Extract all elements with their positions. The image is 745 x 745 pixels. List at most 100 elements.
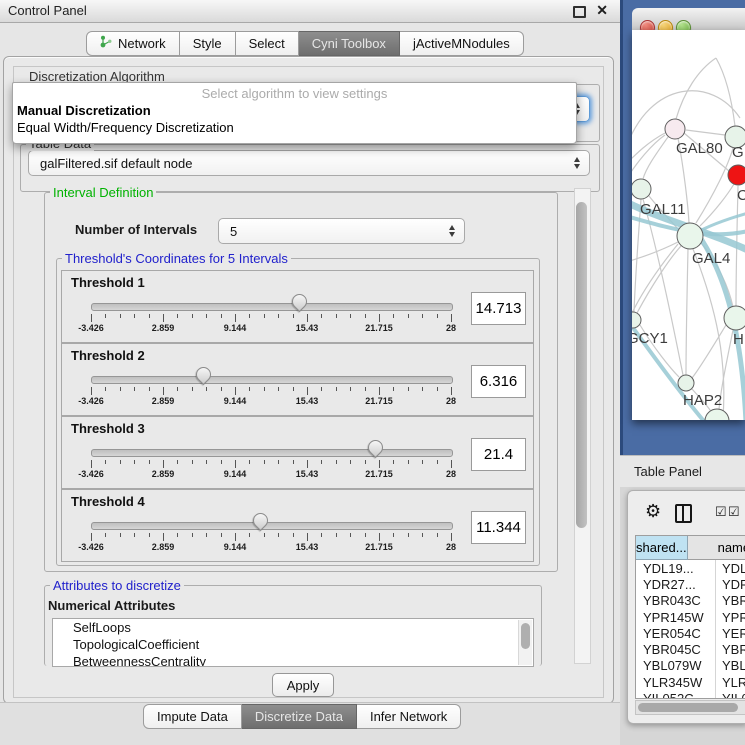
cell-name[interactable]: YDR2 (716, 576, 745, 592)
network-node-label[interactable]: H (733, 331, 744, 348)
threshold-value-field[interactable]: 14.713 (471, 292, 526, 325)
cell-shared-name[interactable]: YBL079W (636, 658, 716, 674)
cell-name[interactable]: YLR3 (716, 674, 745, 690)
table-data-combo[interactable]: galFiltered.sif default node (28, 150, 590, 176)
network-window-titlebar[interactable] (632, 8, 745, 31)
list-scrollbar[interactable] (518, 620, 532, 665)
tab-style[interactable]: Style (180, 31, 236, 56)
popup-option-manual[interactable]: Manual Discretization (13, 102, 576, 119)
network-edge[interactable] (686, 249, 688, 375)
cell-shared-name[interactable]: YDL19... (636, 560, 716, 576)
tab-jactivemnodules[interactable]: jActiveMNodules (400, 31, 524, 56)
network-node-gal11[interactable] (632, 179, 651, 199)
network-node-label[interactable]: GCY1 (632, 330, 668, 347)
slider-track[interactable] (91, 449, 453, 457)
network-edge[interactable] (686, 130, 725, 135)
cell-shared-name[interactable]: YBR045C (636, 641, 716, 657)
slider-tick (451, 314, 452, 322)
network-node-label[interactable]: G (732, 144, 744, 161)
cell-name[interactable]: YBR0 (716, 593, 745, 609)
threshold-value-field[interactable]: 11.344 (471, 511, 526, 544)
tab-select[interactable]: Select (236, 31, 299, 56)
close-icon[interactable]: ✕ (596, 2, 608, 19)
network-node-h[interactable] (724, 306, 745, 330)
network-node-label[interactable]: GAL80 (676, 140, 723, 157)
network-node-c[interactable] (728, 165, 745, 185)
slider-track[interactable] (91, 303, 453, 311)
checkbox-checked-icon[interactable]: ☑ (728, 505, 740, 518)
attribute-list-item[interactable]: TopologicalCoefficient (53, 636, 533, 653)
slider-tick (105, 533, 106, 537)
tab-impute-data[interactable]: Impute Data (143, 704, 242, 729)
attribute-list-item[interactable]: SelfLoops (53, 619, 533, 636)
tab-cyni-toolbox[interactable]: Cyni Toolbox (299, 31, 400, 56)
table-row[interactable]: YBL079WYBL0 (636, 658, 745, 674)
cell-shared-name[interactable]: YBR043C (636, 593, 716, 609)
gear-icon[interactable]: ⚙ (645, 502, 661, 520)
cell-name[interactable]: YIL0 (716, 690, 745, 699)
network-edge[interactable] (632, 135, 665, 180)
table-horizontal-scrollbar[interactable] (635, 700, 745, 715)
network-canvas[interactable]: GAL80 G C GAL11 GAL4 GCY1 H HAP2 (632, 30, 745, 420)
column-header-name[interactable]: name (688, 536, 745, 560)
panel-vertical-scrollbar[interactable] (574, 188, 591, 664)
network-node-label[interactable]: HAP2 (683, 392, 722, 409)
float-window-icon[interactable] (573, 6, 586, 18)
network-edge[interactable] (676, 58, 716, 119)
tab-discretize-data[interactable]: Discretize Data (242, 704, 357, 729)
tab-infer-network[interactable]: Infer Network (357, 704, 461, 729)
slider-track[interactable] (91, 522, 453, 530)
checkbox-checked-icon[interactable]: ☑ (715, 505, 727, 518)
table-row[interactable]: YDR27...YDR2 (636, 576, 745, 592)
cell-shared-name[interactable]: YIL052C (636, 690, 716, 699)
table-row[interactable]: YIL052CYIL0 (636, 690, 745, 699)
table-row[interactable]: YBR045CYBR0 (636, 641, 745, 657)
cell-name[interactable]: YBL0 (716, 658, 745, 674)
table-row[interactable]: YPR145WYPR1 (636, 609, 745, 625)
network-node-label[interactable]: GAL11 (640, 201, 686, 218)
slider-tick (408, 314, 409, 318)
threshold-label: Threshold 1 (71, 275, 145, 290)
network-node-gcy1[interactable] (632, 312, 641, 328)
network-node-gal4[interactable] (677, 223, 703, 249)
scrollbar-thumb[interactable] (521, 623, 530, 649)
network-node-gal80[interactable] (665, 119, 685, 139)
network-graph[interactable]: GAL80 G C GAL11 GAL4 GCY1 H HAP2 (632, 30, 745, 420)
cell-name[interactable]: YBR0 (716, 641, 745, 657)
network-node-label[interactable]: C (737, 187, 745, 204)
cell-name[interactable]: YDL1 (716, 560, 745, 576)
network-edge[interactable] (716, 58, 735, 126)
cell-name[interactable]: YPR1 (716, 609, 745, 625)
popup-option-equal-width[interactable]: Equal Width/Frequency Discretization (13, 119, 576, 136)
num-intervals-combo[interactable]: 5 (218, 218, 465, 244)
cell-shared-name[interactable]: YER054C (636, 625, 716, 641)
threshold-value-field[interactable]: 21.4 (471, 438, 526, 471)
slider-tick (307, 533, 308, 541)
network-node[interactable] (705, 409, 729, 420)
threshold-value-field[interactable]: 6.316 (471, 365, 526, 398)
network-node-hap2[interactable] (678, 375, 694, 391)
tab-network[interactable]: Network (86, 31, 180, 56)
network-edge[interactable] (632, 244, 678, 326)
table-row[interactable]: YBR043CYBR0 (636, 593, 745, 609)
scrollbar-thumb[interactable] (638, 703, 738, 712)
slider-tick (177, 314, 178, 318)
thresholds-legend: Threshold's Coordinates for 5 Intervals (62, 251, 291, 266)
column-header-shared-name[interactable]: shared... (636, 536, 688, 560)
scrollbar-thumb[interactable] (576, 202, 587, 528)
cell-name[interactable]: YER0 (716, 625, 745, 641)
network-node-label[interactable]: GAL4 (692, 250, 730, 267)
slider-tick (365, 314, 366, 318)
cell-shared-name[interactable]: YPR145W (636, 609, 716, 625)
apply-button[interactable]: Apply (272, 673, 334, 697)
attribute-list-item[interactable]: BetweennessCentrality (53, 653, 533, 667)
table-row[interactable]: YDL19...YDL1 (636, 560, 745, 576)
table-row[interactable]: YER054CYER0 (636, 625, 745, 641)
cell-shared-name[interactable]: YDR27... (636, 576, 716, 592)
slider-tick (264, 314, 265, 318)
slider-track[interactable] (91, 376, 453, 384)
table-row[interactable]: YLR345WYLR3 (636, 674, 745, 690)
cell-shared-name[interactable]: YLR345W (636, 674, 716, 690)
column-layout-icon[interactable] (675, 504, 692, 523)
slider-tick (177, 460, 178, 464)
